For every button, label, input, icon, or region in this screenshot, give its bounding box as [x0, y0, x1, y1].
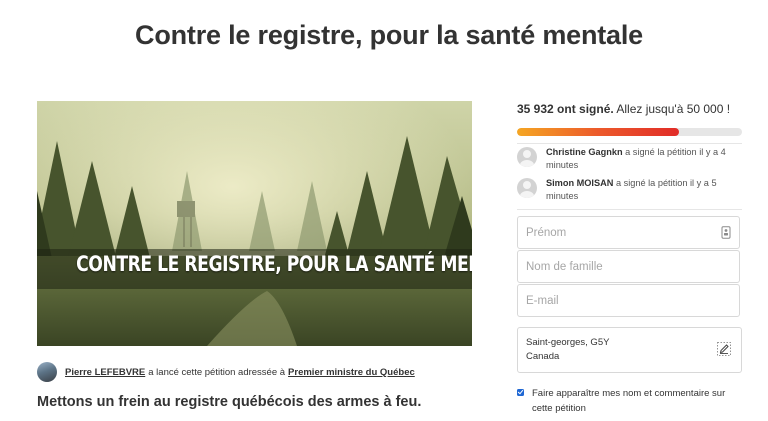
signature-progress-bar [517, 128, 742, 136]
signature-progress-fill [517, 128, 679, 136]
signer-name: Simon MOISAN [546, 178, 614, 188]
recent-signer: Christine Gagnkn a signé la pétition il … [517, 146, 742, 172]
divider [517, 143, 742, 144]
signature-count-value: 35 932 ont signé. [517, 102, 614, 116]
location-line-2: Canada [526, 351, 560, 362]
petition-starter: Pierre LEFEBVRE a lancé cette pétition a… [37, 362, 472, 382]
recipient-link[interactable]: Premier ministre du Québec [288, 367, 415, 378]
forest-illustration [37, 101, 472, 346]
default-avatar-icon [517, 147, 537, 167]
starter-text: a lancé cette pétition adressée à [148, 366, 286, 378]
location-field[interactable]: Saint-georges, G5Y Canada [517, 327, 742, 373]
last-name-field[interactable] [517, 250, 740, 283]
consent-label: Faire apparaître mes nom et commentaire … [532, 388, 726, 414]
starter-name-link[interactable]: Pierre LEFEBVRE [65, 367, 145, 378]
recent-signer: Simon MOISAN a signé la pétition il y a … [517, 177, 742, 203]
default-avatar-icon [517, 178, 537, 198]
starter-avatar[interactable] [37, 362, 57, 382]
first-name-field[interactable] [517, 216, 740, 249]
consent-checkbox[interactable] [517, 389, 524, 396]
display-name-consent[interactable]: Faire apparaître mes nom et commentaire … [517, 386, 742, 416]
autofill-card-icon[interactable] [721, 226, 731, 244]
signer-name: Christine Gagnkn [546, 147, 623, 157]
petition-lead-text: Mettons un frein au registre québécois d… [37, 394, 422, 410]
last-name-input[interactable] [518, 251, 706, 282]
signature-goal: Allez jusqu'à 50 000 ! [616, 102, 731, 116]
petition-hero-image: CONTRE LE REGISTRE, POUR LA SANTÉ MENTAL… [37, 101, 472, 346]
location-line-1: Saint-georges, G5Y [526, 337, 610, 348]
hero-caption: CONTRE LE REGISTRE, POUR LA SANTÉ MENTAL… [76, 252, 472, 276]
signature-count: 35 932 ont signé. Allez jusqu'à 50 000 ! [517, 102, 730, 116]
divider [517, 209, 742, 210]
page-title: Contre le registre, pour la santé mental… [135, 20, 643, 50]
email-input[interactable] [518, 285, 706, 316]
first-name-input[interactable] [518, 217, 706, 248]
email-field[interactable] [517, 284, 740, 317]
edit-location-icon[interactable] [717, 342, 731, 361]
